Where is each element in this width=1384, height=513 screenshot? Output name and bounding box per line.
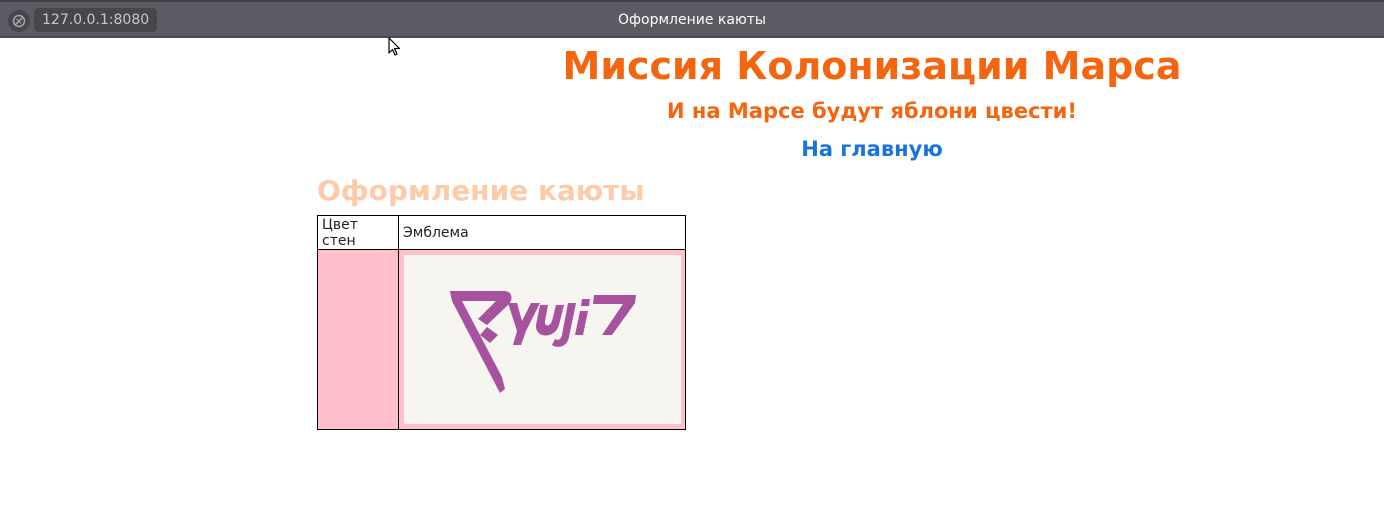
- wall-color-swatch: [318, 250, 398, 429]
- section-title: Оформление каюты: [317, 174, 645, 207]
- browser-titlebar: 127.0.0.1:8080 Оформление каюты: [0, 0, 1384, 38]
- emblem-image: [404, 255, 681, 424]
- window-title: Оформление каюты: [618, 12, 766, 28]
- home-link[interactable]: На главную: [472, 134, 1272, 164]
- cabin-design-table: Цвет стен Эмблема: [317, 215, 686, 430]
- table-row: [317, 249, 686, 430]
- wall-color-header: Цвет стен: [317, 215, 399, 250]
- wall-color-cell: [317, 249, 399, 430]
- emblem-logo-icon: [450, 291, 636, 393]
- page-title: Миссия Колонизации Марса: [562, 44, 1182, 88]
- emblem-header: Эмблема: [398, 215, 686, 250]
- emblem-frame: [399, 250, 685, 429]
- mouse-cursor-icon: [388, 37, 402, 61]
- page-subtitle: И на Марсе будут яблони цвести!: [667, 99, 1077, 123]
- emblem-cell: [398, 249, 686, 430]
- table-header-row: Цвет стен Эмблема: [317, 215, 686, 250]
- titlebar-divider: [0, 36, 1384, 38]
